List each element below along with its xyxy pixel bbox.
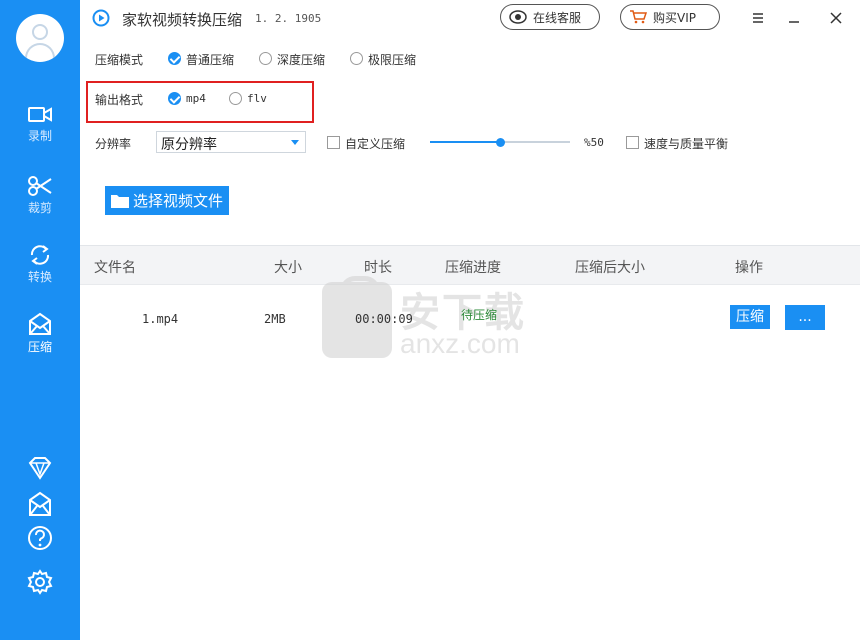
row-duration: 00:00:09 (355, 312, 413, 326)
balance-checkbox[interactable] (626, 136, 639, 149)
app-version: 1. 2. 1905 (255, 12, 322, 25)
column-header-compressed-size: 压缩后大小 (575, 260, 645, 276)
online-service-button[interactable]: 在线客服 (500, 4, 600, 30)
slider-value-text: %50 (584, 136, 604, 149)
sidebar-item-label: 转换 (27, 270, 52, 284)
column-header-actions: 操作 (735, 260, 763, 276)
close-icon[interactable] (826, 8, 846, 28)
mode-deep-radio[interactable] (259, 52, 272, 65)
custom-compress-checkbox[interactable] (327, 136, 340, 149)
slider-fill (430, 141, 500, 143)
chevron-down-icon (291, 140, 299, 145)
title-bar: 家软视频转换压缩 1. 2. 1905 在线客服 购买VIP (80, 0, 860, 36)
compress-envelope-icon[interactable] (26, 490, 54, 518)
video-camera-icon (28, 107, 52, 122)
format-mp4-label: mp4 (186, 92, 206, 105)
column-header-size: 大小 (274, 260, 302, 276)
compress-mode-label: 压缩模式 (95, 53, 144, 67)
mode-normal-label: 普通压缩 (186, 53, 235, 67)
row-size: 2MB (264, 312, 286, 326)
resolution-label: 分辨率 (95, 137, 132, 151)
output-format-label: 输出格式 (95, 93, 144, 107)
format-flv-label: flv (247, 92, 267, 105)
folder-icon (111, 194, 129, 208)
compress-envelope-icon (29, 312, 51, 335)
resolution-select[interactable]: 原分辨率 (156, 131, 306, 153)
file-table-header: 文件名 大小 时长 压缩进度 压缩后大小 操作 (80, 245, 860, 285)
sidebar-item-label: 录制 (27, 129, 52, 143)
sidebar-item-label: 压缩 (27, 340, 52, 354)
balance-label: 速度与质量平衡 (644, 137, 729, 151)
resolution-value: 原分辨率 (161, 137, 217, 153)
buy-vip-button[interactable]: 购买VIP (620, 4, 720, 30)
vip-diamond-icon[interactable] (26, 454, 54, 482)
column-header-progress: 压缩进度 (445, 260, 501, 276)
settings-gear-icon[interactable] (26, 568, 54, 596)
menu-icon[interactable] (748, 8, 768, 28)
online-service-label: 在线客服 (533, 10, 582, 25)
row-status: 待压缩 (461, 308, 498, 322)
app-logo-icon (92, 9, 110, 27)
choose-video-file-label: 选择视频文件 (133, 192, 224, 210)
sidebar-item-convert[interactable]: 转换 (0, 244, 80, 300)
mode-extreme-radio[interactable] (350, 52, 363, 65)
compress-ratio-slider[interactable] (430, 135, 570, 149)
buy-vip-label: 购买VIP (653, 10, 696, 25)
row-filename: 1.mp4 (142, 312, 179, 326)
sidebar-item-crop[interactable]: 裁剪 (0, 175, 80, 231)
user-avatar[interactable] (16, 14, 64, 62)
sidebar-item-record[interactable]: 录制 (0, 105, 80, 161)
column-header-filename: 文件名 (94, 260, 136, 276)
custom-compress-label: 自定义压缩 (345, 137, 406, 151)
slider-handle[interactable] (496, 138, 505, 147)
convert-arrows-icon (30, 245, 50, 265)
avatar-body-shape (25, 43, 55, 62)
mode-normal-radio[interactable] (168, 52, 181, 65)
choose-video-file-button[interactable]: 选择视频文件 (105, 186, 229, 215)
sidebar-item-label: 裁剪 (27, 201, 52, 215)
mode-extreme-label: 极限压缩 (368, 53, 417, 67)
watermark-domain: anxz.com (400, 328, 520, 359)
more-options-button[interactable]: ... (785, 305, 825, 330)
format-mp4-radio[interactable] (168, 92, 181, 105)
headset-icon (509, 10, 527, 24)
help-icon[interactable] (26, 524, 54, 552)
format-flv-radio[interactable] (229, 92, 242, 105)
minimize-icon[interactable] (784, 8, 804, 28)
sidebar: 录制 裁剪 转换 压缩 (0, 0, 80, 640)
column-header-duration: 时长 (364, 260, 392, 276)
avatar-head-shape (32, 24, 48, 40)
scissors-icon (28, 176, 52, 196)
sidebar-item-compress[interactable]: 压缩 (0, 312, 80, 368)
mode-deep-label: 深度压缩 (277, 53, 326, 67)
app-title: 家软视频转换压缩 (122, 11, 243, 29)
compress-button[interactable]: 压缩 (730, 305, 770, 329)
cart-icon (630, 10, 647, 24)
